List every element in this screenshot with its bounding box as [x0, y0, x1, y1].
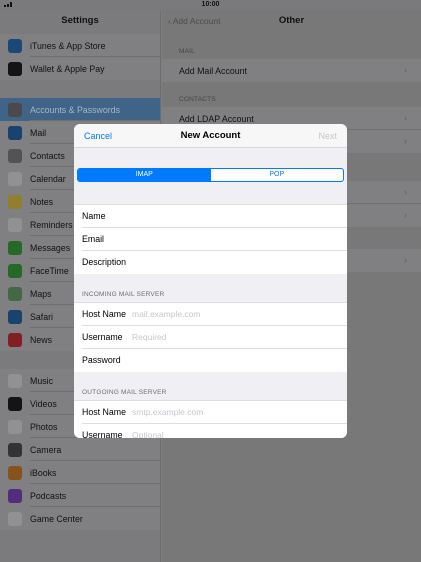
facetime-icon [8, 264, 22, 278]
incoming-server-header: INCOMING MAIL SERVER [82, 291, 165, 298]
segment-pop[interactable]: POP [211, 169, 344, 181]
incoming-host-name-field[interactable]: Host Name mail.example.com [74, 303, 347, 326]
messages-icon [8, 241, 22, 255]
detail-title: Other [278, 15, 305, 26]
new-account-modal: Cancel New Account Next IMAP POP Name Em… [74, 124, 347, 438]
chevron-right-icon: › [404, 187, 407, 197]
maps-icon [8, 287, 22, 301]
next-button[interactable]: Next [318, 131, 337, 141]
sidebar-item-label: Camera [30, 444, 62, 455]
add-mail-account-row[interactable]: Add Mail Account › [162, 59, 421, 82]
sidebar-item[interactable]: Game Center [0, 507, 160, 530]
sidebar-item[interactable]: iTunes & App Store [0, 34, 160, 57]
sidebar-item-label: Accounts & Passwords [30, 104, 120, 115]
sidebar-item-label: Messages [30, 242, 71, 253]
outgoing-username-field[interactable]: Username Optional [74, 424, 347, 438]
outgoing-host-name-field[interactable]: Host Name smtp.example.com [74, 401, 347, 424]
description-field[interactable]: Description [74, 251, 347, 274]
reminders-icon [8, 218, 22, 232]
wallet-icon [8, 62, 22, 76]
chevron-right-icon: › [404, 136, 407, 146]
app-store-icon [8, 39, 22, 53]
sidebar-item-label: Wallet & Apple Pay [30, 63, 105, 74]
outgoing-server-header: OUTGOING MAIL SERVER [82, 389, 167, 396]
sidebar-item-label: iTunes & App Store [30, 40, 106, 51]
sidebar-group-store: iTunes & App Store Wallet & Apple Pay [0, 34, 160, 80]
chevron-right-icon: › [404, 113, 407, 123]
sidebar-item-label: Calendar [30, 173, 66, 184]
incoming-username-placeholder: Required [132, 332, 167, 342]
status-time: 10:00 [201, 1, 220, 8]
videos-icon [8, 397, 22, 411]
sidebar-item-label: Videos [30, 398, 57, 409]
account-type-segmented-control: IMAP POP [77, 168, 344, 182]
incoming-password-field[interactable]: Password [74, 349, 347, 372]
sidebar-item[interactable]: Accounts & Passwords [0, 98, 160, 121]
sidebar-item-label: Maps [30, 288, 52, 299]
sidebar-item-label: iBooks [30, 467, 57, 478]
news-icon [8, 333, 22, 347]
name-label: Name [82, 211, 106, 221]
outgoing-username-placeholder: Optional [132, 430, 164, 438]
modal-form: Name Email Description INCOMING MAIL SER… [74, 204, 347, 438]
sidebar-title: Settings [61, 15, 99, 26]
sidebar-item[interactable]: iBooks [0, 461, 160, 484]
contacts-section-header: CONTACTS [179, 96, 216, 103]
photos-icon [8, 420, 22, 434]
mail-section-header: MAIL [179, 48, 195, 55]
sidebar-item[interactable]: Podcasts [0, 484, 160, 507]
camera-icon [8, 443, 22, 457]
music-icon [8, 374, 22, 388]
description-label: Description [82, 257, 127, 267]
sidebar-item-label: Notes [30, 196, 53, 207]
incoming-username-label: Username [82, 332, 123, 342]
sidebar-item-label: Game Center [30, 513, 83, 524]
notes-icon [8, 195, 22, 209]
chevron-right-icon: › [404, 210, 407, 220]
incoming-username-field[interactable]: Username Required [74, 326, 347, 349]
incoming-host-name-label: Host Name [82, 309, 126, 319]
key-icon [8, 103, 22, 117]
segment-imap[interactable]: IMAP [78, 169, 211, 181]
status-bar: 10:00 [0, 0, 421, 10]
add-ldap-account-label: Add LDAP Account [179, 114, 254, 124]
sidebar-item-label: Mail [30, 127, 47, 138]
email-label: Email [82, 234, 104, 244]
sidebar-item-label: Podcasts [30, 490, 67, 501]
detail-nav-bar: ‹ Add Account Other [162, 10, 421, 34]
sidebar-item-label: Music [30, 375, 53, 386]
modal-title: New Account [180, 130, 241, 141]
outgoing-username-label: Username [82, 430, 123, 438]
game-center-icon [8, 512, 22, 526]
name-field[interactable]: Name [74, 205, 347, 228]
contacts-icon [8, 149, 22, 163]
add-mail-account-label: Add Mail Account [179, 66, 247, 76]
sidebar-item-label: News [30, 334, 52, 345]
sidebar-item[interactable]: Camera [0, 438, 160, 461]
sidebar-item-label: Photos [30, 421, 58, 432]
ibooks-icon [8, 466, 22, 480]
sidebar-item-label: Safari [30, 311, 53, 322]
sidebar-item-label: Reminders [30, 219, 73, 230]
chevron-right-icon: › [404, 65, 407, 75]
incoming-password-label: Password [82, 355, 121, 365]
modal-nav-bar: Cancel New Account Next [74, 124, 347, 148]
podcasts-icon [8, 489, 22, 503]
sidebar-item-label: FaceTime [30, 265, 69, 276]
safari-icon [8, 310, 22, 324]
sidebar-item[interactable]: Wallet & Apple Pay [0, 57, 160, 80]
chevron-right-icon: › [404, 255, 407, 265]
incoming-host-name-placeholder: mail.example.com [132, 309, 201, 319]
mail-icon [8, 126, 22, 140]
outgoing-host-name-placeholder: smtp.example.com [132, 407, 204, 417]
sidebar-item-label: Contacts [30, 150, 65, 161]
calendar-icon [8, 172, 22, 186]
outgoing-host-name-label: Host Name [82, 407, 126, 417]
email-field[interactable]: Email [74, 228, 347, 251]
